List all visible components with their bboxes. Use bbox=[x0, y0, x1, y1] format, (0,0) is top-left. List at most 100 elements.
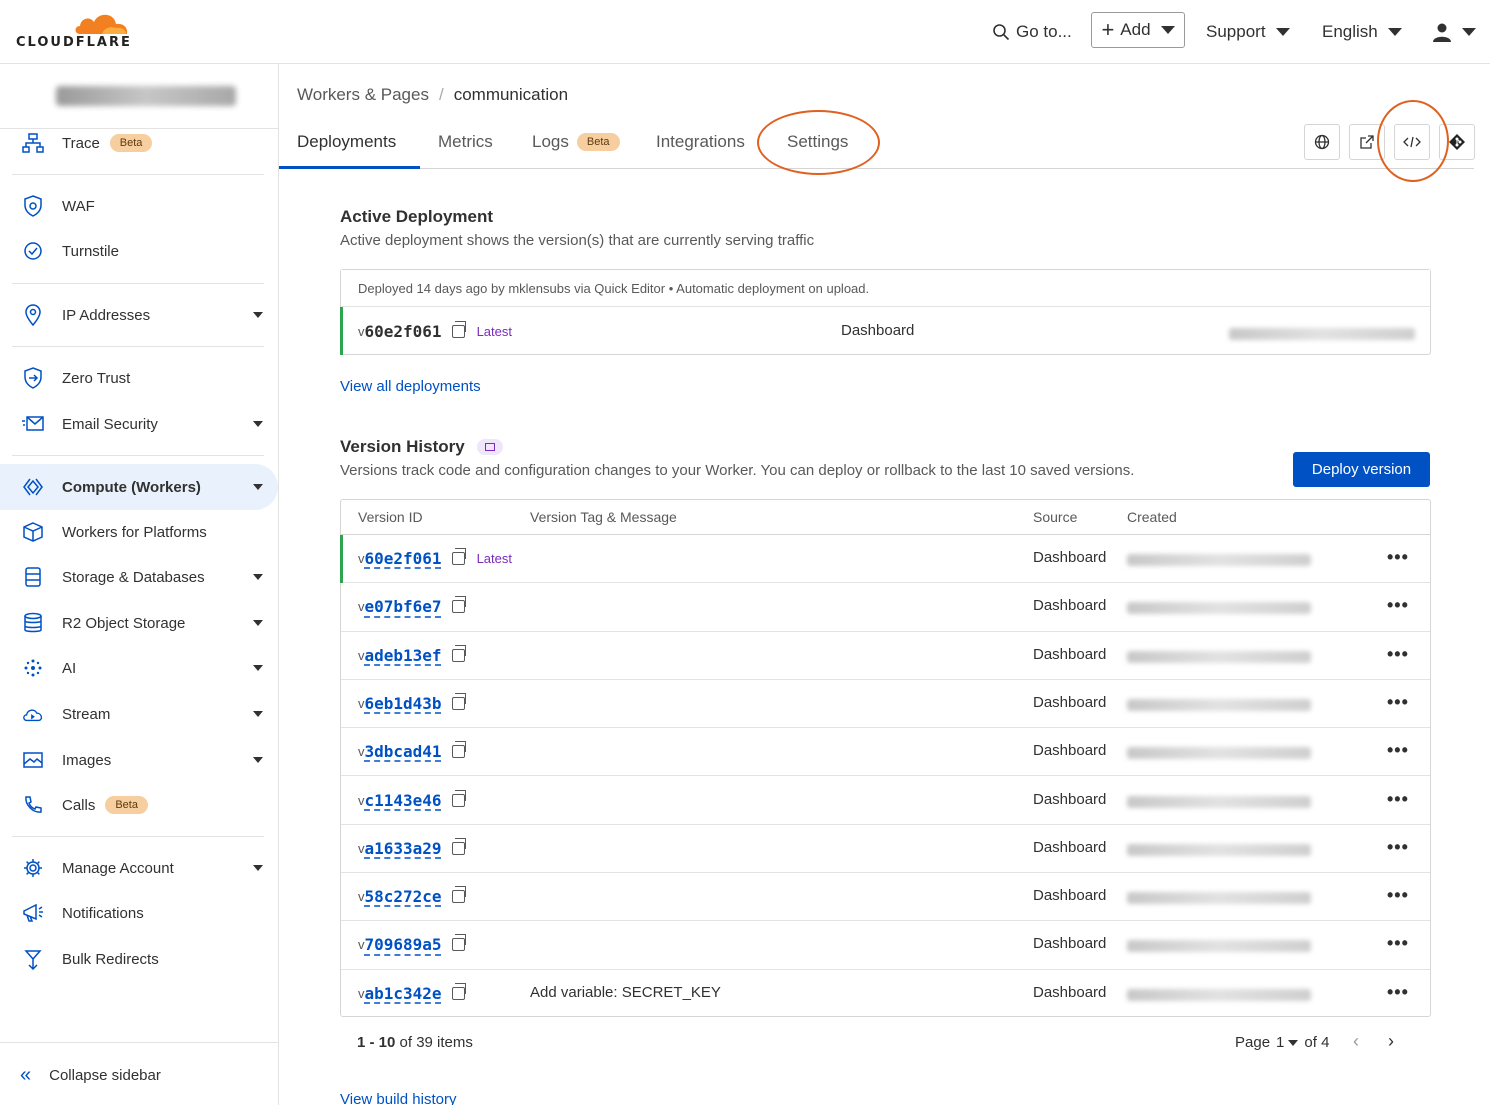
language-menu[interactable]: English bbox=[1322, 18, 1402, 46]
version-id-link[interactable]: 3dbcad41 bbox=[365, 742, 442, 761]
copy-icon[interactable] bbox=[451, 886, 466, 904]
sidebar-item-email-security[interactable]: Email Security bbox=[0, 402, 278, 446]
database-icon bbox=[22, 566, 44, 588]
more-actions-icon[interactable]: ••• bbox=[1387, 789, 1409, 810]
version-id-link[interactable]: 6eb1d43b bbox=[365, 694, 442, 713]
cloudflare-logo[interactable]: CLOUDFLARE bbox=[16, 8, 134, 52]
more-actions-icon[interactable]: ••• bbox=[1387, 933, 1409, 954]
version-source: Dashboard bbox=[1033, 887, 1107, 905]
more-actions-icon[interactable]: ••• bbox=[1387, 740, 1409, 761]
user-icon bbox=[1433, 23, 1451, 42]
version-id-cell: v ab1c342e bbox=[358, 982, 466, 1003]
table-row[interactable]: v e07bf6e7 Dashboard ••• bbox=[341, 583, 1430, 632]
table-row[interactable]: v 6eb1d43b Dashboard ••• bbox=[341, 680, 1430, 729]
prev-page-button[interactable]: ‹ bbox=[1353, 1031, 1359, 1052]
column-header: Version Tag & Message bbox=[530, 509, 677, 525]
support-menu[interactable]: Support bbox=[1206, 18, 1290, 46]
table-row[interactable]: v 58c272ce Dashboard ••• bbox=[341, 873, 1430, 922]
page-select[interactable]: 1 bbox=[1276, 1034, 1299, 1051]
version-id-link[interactable]: 58c272ce bbox=[365, 887, 442, 906]
workers-icon bbox=[22, 476, 44, 498]
logo-text: CLOUDFLARE bbox=[16, 35, 132, 50]
more-actions-icon[interactable]: ••• bbox=[1387, 644, 1409, 665]
pagination-control: Page 1 of 4 bbox=[1235, 1034, 1329, 1051]
version-id-link[interactable]: e07bf6e7 bbox=[365, 597, 442, 616]
copy-icon[interactable] bbox=[451, 596, 466, 614]
sidebar-item-label: Manage Account bbox=[62, 859, 174, 877]
version-id-link[interactable]: c1143e46 bbox=[365, 791, 442, 810]
tab-deployments[interactable]: Deployments bbox=[297, 132, 396, 152]
copy-icon[interactable] bbox=[451, 741, 466, 759]
table-row[interactable]: v 709689a5 Dashboard ••• bbox=[341, 921, 1430, 970]
next-page-button[interactable]: › bbox=[1388, 1031, 1394, 1052]
more-actions-icon[interactable]: ••• bbox=[1387, 885, 1409, 906]
sidebar-item-storage-databases[interactable]: Storage & Databases bbox=[0, 555, 278, 599]
deploy-version-button[interactable]: Deploy version bbox=[1293, 452, 1430, 487]
table-row[interactable]: v ab1c342e Add variable: SECRET_KEY Dashboa… bbox=[341, 970, 1430, 1018]
sidebar-item-waf[interactable]: WAF bbox=[0, 184, 278, 228]
tab-metrics[interactable]: Metrics bbox=[438, 132, 493, 152]
version-id-link[interactable]: adeb13ef bbox=[365, 646, 442, 665]
sparkle-icon bbox=[22, 657, 44, 679]
cloud-logo-icon bbox=[75, 14, 128, 34]
copy-icon[interactable] bbox=[451, 934, 466, 952]
sidebar-item-r2-object-storage[interactable]: R2 Object Storage bbox=[0, 601, 278, 645]
more-actions-icon[interactable]: ••• bbox=[1387, 595, 1409, 616]
breadcrumb-parent[interactable]: Workers & Pages bbox=[297, 85, 429, 105]
add-label: Add bbox=[1120, 20, 1151, 39]
created-blurred bbox=[1127, 554, 1311, 566]
collapse-sidebar-button[interactable]: « Collapse sidebar bbox=[20, 1064, 161, 1087]
add-button[interactable]: + Add bbox=[1091, 12, 1185, 48]
copy-icon[interactable] bbox=[451, 837, 466, 855]
divider bbox=[12, 174, 264, 175]
domain-button[interactable] bbox=[1304, 124, 1340, 160]
table-row[interactable]: v adeb13ef Dashboard ••• bbox=[341, 632, 1430, 680]
sidebar-item-zero-trust[interactable]: Zero Trust bbox=[0, 356, 278, 400]
beta-badge: Beta bbox=[105, 796, 148, 814]
more-actions-icon[interactable]: ••• bbox=[1387, 982, 1409, 1003]
sidebar-item-images[interactable]: Images bbox=[0, 738, 278, 782]
copy-icon[interactable] bbox=[451, 644, 466, 662]
table-row[interactable]: v c1143e46 Dashboard ••• bbox=[341, 777, 1430, 825]
copy-icon[interactable] bbox=[451, 692, 466, 710]
docs-book-icon[interactable] bbox=[476, 439, 503, 455]
user-menu[interactable] bbox=[1432, 18, 1476, 46]
chevron-down-icon bbox=[1160, 26, 1175, 34]
version-id-link[interactable]: a1633a29 bbox=[365, 839, 442, 858]
sidebar-item-ai[interactable]: AI bbox=[0, 646, 278, 690]
tab-integrations[interactable]: Integrations bbox=[656, 132, 745, 152]
sidebar-item-trace[interactable]: Trace Beta bbox=[0, 121, 278, 165]
version-id-link[interactable]: 709689a5 bbox=[365, 935, 442, 954]
copy-icon[interactable] bbox=[451, 789, 466, 807]
view-all-deployments-link[interactable]: View all deployments bbox=[340, 378, 481, 395]
created-blurred bbox=[1127, 892, 1311, 905]
sidebar-item-ip-addresses[interactable]: IP Addresses bbox=[0, 293, 278, 337]
copy-icon[interactable] bbox=[451, 321, 466, 338]
sidebar-item-manage-account[interactable]: Manage Account bbox=[0, 846, 278, 890]
active-accent bbox=[340, 307, 343, 355]
account-selector[interactable] bbox=[56, 86, 236, 106]
version-id-link[interactable]: 60e2f061 bbox=[365, 549, 442, 568]
table-row[interactable]: v 3dbcad41 Dashboard ••• bbox=[341, 728, 1430, 777]
more-actions-icon[interactable]: ••• bbox=[1387, 837, 1409, 858]
table-row[interactable]: v 60e2f061 Latest Dashboard ••• bbox=[340, 535, 1430, 584]
created-blurred bbox=[1127, 650, 1311, 663]
created-blurred bbox=[1127, 940, 1311, 953]
sidebar-item-bulk-redirects[interactable]: Bulk Redirects bbox=[0, 937, 278, 981]
sidebar-item-calls[interactable]: Calls Beta bbox=[0, 783, 278, 827]
version-id-link[interactable]: ab1c342e bbox=[365, 984, 442, 1003]
copy-icon[interactable] bbox=[451, 548, 466, 565]
sidebar-item-workers-for-platforms[interactable]: Workers for Platforms bbox=[0, 510, 278, 554]
sidebar-item-notifications[interactable]: Notifications bbox=[0, 891, 278, 935]
copy-icon[interactable] bbox=[451, 982, 466, 1000]
table-row[interactable]: v a1633a29 Dashboard ••• bbox=[341, 825, 1430, 874]
sidebar-item-compute-workers[interactable]: Compute (Workers) bbox=[0, 464, 278, 510]
sidebar-item-turnstile[interactable]: Turnstile bbox=[0, 229, 278, 273]
tab-logs[interactable]: Logs Beta bbox=[532, 132, 620, 152]
more-actions-icon[interactable]: ••• bbox=[1387, 692, 1409, 713]
gear-icon bbox=[22, 857, 44, 879]
sidebar-item-stream[interactable]: Stream bbox=[0, 692, 278, 736]
more-actions-icon[interactable]: ••• bbox=[1387, 547, 1409, 568]
view-build-history-link[interactable]: View build history bbox=[340, 1091, 456, 1105]
goto-search[interactable]: Go to... bbox=[992, 18, 1072, 46]
